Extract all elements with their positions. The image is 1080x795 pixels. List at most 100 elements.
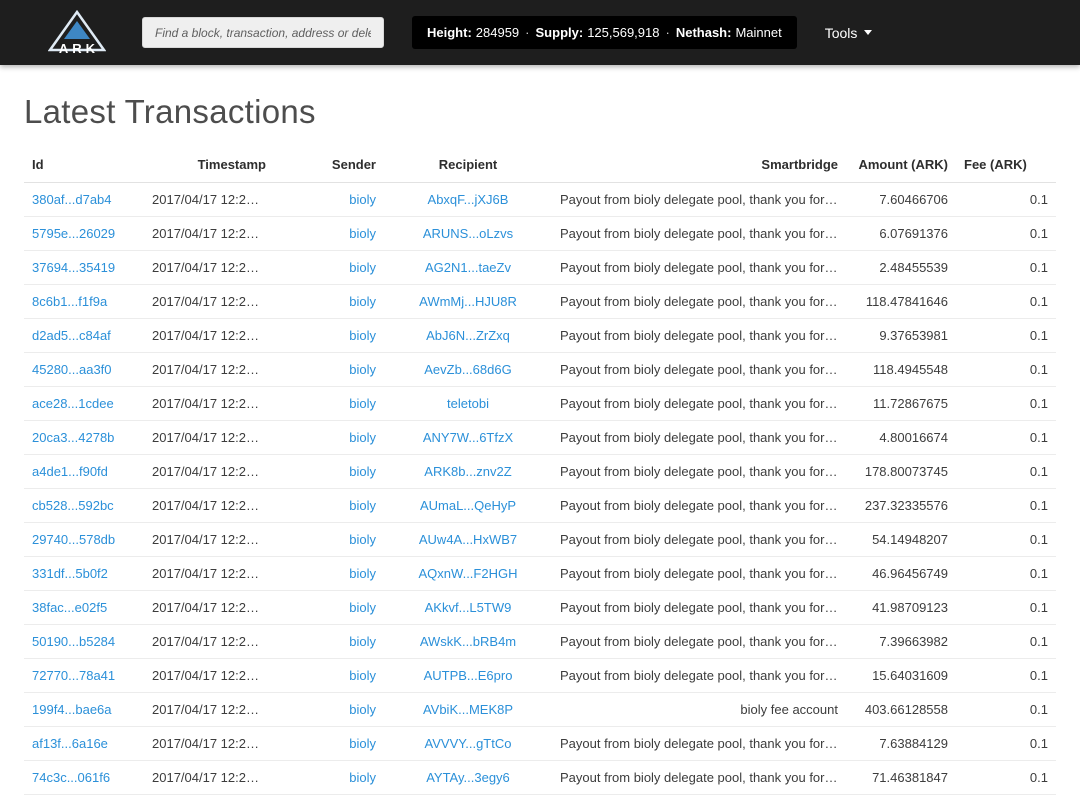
amount-value: 7.60466706 xyxy=(846,182,956,217)
search-input[interactable] xyxy=(142,17,384,48)
main-content: Latest Transactions Id Timestamp Sender … xyxy=(0,93,1080,795)
sender-link[interactable]: bioly xyxy=(349,294,376,309)
fee-value: 0.1 xyxy=(956,624,1056,659)
sender-link[interactable]: bioly xyxy=(349,498,376,513)
transaction-row: 45280...aa3f0 2017/04/17 12:20:37 bioly … xyxy=(24,352,1056,387)
sender-link[interactable]: bioly xyxy=(349,634,376,649)
sender-link[interactable]: bioly xyxy=(349,260,376,275)
transaction-row: 20ca3...4278b 2017/04/17 12:20:36 bioly … xyxy=(24,420,1056,455)
transaction-row: a4de1...f90fd 2017/04/17 12:20:36 bioly … xyxy=(24,454,1056,489)
fee-value: 0.1 xyxy=(956,250,1056,285)
transaction-id-link[interactable]: cb528...592bc xyxy=(32,498,114,513)
transaction-id-link[interactable]: 331df...5b0f2 xyxy=(32,566,108,581)
sender-link[interactable]: bioly xyxy=(349,192,376,207)
supply-label: Supply: xyxy=(535,25,584,40)
transaction-id-link[interactable]: 8c6b1...f1f9a xyxy=(32,294,107,309)
recipient-link[interactable]: ARUNS...oLzvs xyxy=(423,226,513,241)
fee-value: 0.1 xyxy=(956,692,1056,727)
transaction-row: 199f4...bae6a 2017/04/17 12:20:33 bioly … xyxy=(24,692,1056,727)
recipient-link[interactable]: AG2N1...taeZv xyxy=(425,260,511,275)
tools-menu[interactable]: Tools xyxy=(825,25,873,41)
recipient-link[interactable]: ANY7W...6TfzX xyxy=(423,430,513,445)
transaction-id-link[interactable]: 74c3c...061f6 xyxy=(32,770,110,785)
transaction-id-link[interactable]: 38fac...e02f5 xyxy=(32,600,107,615)
recipient-link[interactable]: AYTAy...3egy6 xyxy=(426,770,510,785)
recipient-link[interactable]: AbxqF...jXJ6B xyxy=(428,192,509,207)
fee-value: 0.1 xyxy=(956,760,1056,795)
smartbridge-text: Payout from bioly delegate pool, thank y… xyxy=(552,216,846,251)
recipient-link[interactable]: AbJ6N...ZrZxq xyxy=(426,328,510,343)
sender-link[interactable]: bioly xyxy=(349,328,376,343)
transaction-id-link[interactable]: 20ca3...4278b xyxy=(32,430,114,445)
transaction-id-link[interactable]: 380af...d7ab4 xyxy=(32,192,112,207)
recipient-link[interactable]: AVbiK...MEK8P xyxy=(423,702,513,717)
fee-value: 0.1 xyxy=(956,386,1056,421)
fee-value: 0.1 xyxy=(956,488,1056,523)
amount-value: 46.96456749 xyxy=(846,556,956,591)
amount-value: 237.32335576 xyxy=(846,488,956,523)
recipient-link[interactable]: AQxnW...F2HGH xyxy=(419,566,518,581)
sender-link[interactable]: bioly xyxy=(349,770,376,785)
sender-link[interactable]: bioly xyxy=(349,226,376,241)
transaction-row: 37694...35419 2017/04/17 12:20:40 bioly … xyxy=(24,250,1056,285)
sender-link[interactable]: bioly xyxy=(349,362,376,377)
transaction-id-link[interactable]: ace28...1cdee xyxy=(32,396,114,411)
sender-link[interactable]: bioly xyxy=(349,600,376,615)
sender-link[interactable]: bioly xyxy=(349,464,376,479)
transaction-id-link[interactable]: af13f...6a16e xyxy=(32,736,108,751)
transaction-id-link[interactable]: 37694...35419 xyxy=(32,260,115,275)
sender-link[interactable]: bioly xyxy=(349,532,376,547)
fee-value: 0.1 xyxy=(956,522,1056,557)
transaction-id-link[interactable]: 50190...b5284 xyxy=(32,634,115,649)
transaction-id-link[interactable]: 5795e...26029 xyxy=(32,226,115,241)
sender-link[interactable]: bioly xyxy=(349,702,376,717)
column-header-amount: Amount (ARK) xyxy=(846,147,956,183)
sender-link[interactable]: bioly xyxy=(349,736,376,751)
transaction-timestamp: 2017/04/17 12:20:33 xyxy=(144,726,274,761)
sender-link[interactable]: bioly xyxy=(349,430,376,445)
recipient-link[interactable]: AUw4A...HxWB7 xyxy=(419,532,517,547)
recipient-link[interactable]: AevZb...68d6G xyxy=(424,362,511,377)
transaction-row: 72770...78a41 2017/04/17 12:20:34 bioly … xyxy=(24,658,1056,693)
recipient-link[interactable]: AVVVY...gTtCo xyxy=(425,736,512,751)
transaction-timestamp: 2017/04/17 12:20:35 xyxy=(144,522,274,557)
stat-separator: · xyxy=(665,25,670,40)
transaction-timestamp: 2017/04/17 12:20:32 xyxy=(144,760,274,795)
nethash-value: Mainnet xyxy=(735,25,782,40)
amount-value: 9.37653981 xyxy=(846,318,956,353)
recipient-link[interactable]: AWmMj...HJU8R xyxy=(419,294,517,309)
smartbridge-text: Payout from bioly delegate pool, thank y… xyxy=(552,624,846,659)
fee-value: 0.1 xyxy=(956,726,1056,761)
amount-value: 71.46381847 xyxy=(846,760,956,795)
smartbridge-text: Payout from bioly delegate pool, thank y… xyxy=(552,760,846,795)
transaction-id-link[interactable]: 45280...aa3f0 xyxy=(32,362,112,377)
recipient-link[interactable]: AWskK...bRB4m xyxy=(420,634,516,649)
amount-value: 15.64031609 xyxy=(846,658,956,693)
transaction-id-link[interactable]: 29740...578db xyxy=(32,532,115,547)
smartbridge-text: Payout from bioly delegate pool, thank y… xyxy=(552,488,846,523)
recipient-link[interactable]: AKkvf...L5TW9 xyxy=(425,600,512,615)
sender-link[interactable]: bioly xyxy=(349,566,376,581)
amount-value: 4.80016674 xyxy=(846,420,956,455)
fee-value: 0.1 xyxy=(956,216,1056,251)
fee-value: 0.1 xyxy=(956,352,1056,387)
column-header-fee: Fee (ARK) xyxy=(956,147,1056,183)
amount-value: 11.72867675 xyxy=(846,386,956,421)
sender-link[interactable]: bioly xyxy=(349,668,376,683)
ark-logo-text: ARK xyxy=(58,40,100,56)
transaction-timestamp: 2017/04/17 12:20:37 xyxy=(144,386,274,421)
ark-logo[interactable]: ARK xyxy=(48,9,106,56)
transaction-id-link[interactable]: 199f4...bae6a xyxy=(32,702,112,717)
transaction-id-link[interactable]: a4de1...f90fd xyxy=(32,464,108,479)
transaction-id-link[interactable]: 72770...78a41 xyxy=(32,668,115,683)
recipient-link[interactable]: AUmaL...QeHyP xyxy=(420,498,516,513)
recipient-link[interactable]: AUTPB...E6pro xyxy=(424,668,513,683)
recipient-link[interactable]: teletobi xyxy=(447,396,489,411)
transaction-row: 380af...d7ab4 2017/04/17 12:20:41 bioly … xyxy=(24,182,1056,217)
recipient-link[interactable]: ARK8b...znv2Z xyxy=(424,464,511,479)
amount-value: 54.14948207 xyxy=(846,522,956,557)
sender-link[interactable]: bioly xyxy=(349,396,376,411)
transaction-id-link[interactable]: d2ad5...c84af xyxy=(32,328,111,343)
smartbridge-text: Payout from bioly delegate pool, thank y… xyxy=(552,420,846,455)
transaction-timestamp: 2017/04/17 12:20:34 xyxy=(144,590,274,625)
